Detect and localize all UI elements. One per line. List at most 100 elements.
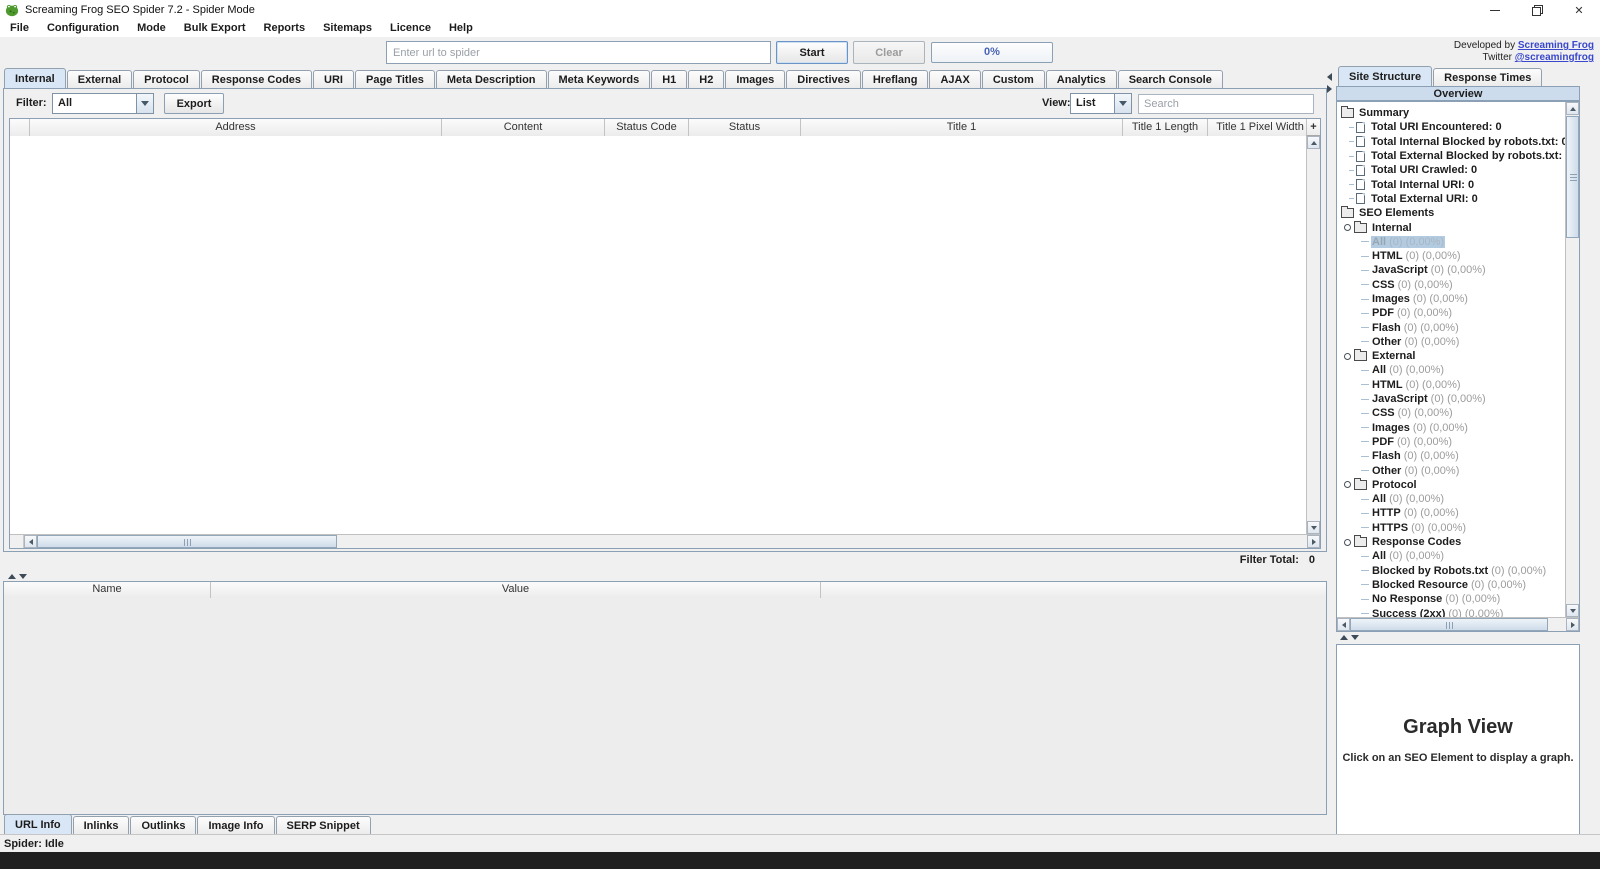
splitter-collapse-down-icon[interactable] xyxy=(19,574,27,579)
scrollbar-track[interactable] xyxy=(1548,618,1566,631)
scrollbar-track[interactable] xyxy=(337,535,1307,548)
tab-outlinks[interactable]: Outlinks xyxy=(130,816,196,834)
grid-horizontal-scrollbar[interactable] xyxy=(10,534,1320,548)
tab-meta-description[interactable]: Meta Description xyxy=(436,70,547,88)
tab-serp-snippet[interactable]: SERP Snippet xyxy=(276,816,371,834)
tree-item-other[interactable]: Other(0) (0,00%) xyxy=(1339,335,1565,349)
menu-help[interactable]: Help xyxy=(440,20,482,37)
tab-page-titles[interactable]: Page Titles xyxy=(355,70,435,88)
tree-item-all[interactable]: All(0) (0,00%) xyxy=(1339,492,1565,506)
expand-handle-icon[interactable] xyxy=(1344,481,1351,488)
tab-url-info[interactable]: URL Info xyxy=(4,814,72,834)
tree-item-html[interactable]: HTML(0) (0,00%) xyxy=(1339,378,1565,392)
start-button[interactable]: Start xyxy=(776,41,848,64)
tree-item-flash[interactable]: Flash(0) (0,00%) xyxy=(1339,449,1565,463)
tree-item-html[interactable]: HTML(0) (0,00%) xyxy=(1339,249,1565,263)
tab-h2[interactable]: H2 xyxy=(688,70,724,88)
tab-internal[interactable]: Internal xyxy=(4,68,66,88)
tab-external[interactable]: External xyxy=(67,70,132,88)
tree-item-blocked-by-robots-txt[interactable]: Blocked by Robots.txt(0) (0,00%) xyxy=(1339,564,1565,578)
tree-item-response-codes[interactable]: Response Codes xyxy=(1339,535,1565,549)
tab-response-codes[interactable]: Response Codes xyxy=(201,70,312,88)
menu-mode[interactable]: Mode xyxy=(128,20,175,37)
splitter-collapse-down-icon[interactable] xyxy=(1351,635,1359,640)
tree-item-external[interactable]: External xyxy=(1339,349,1565,363)
column-header-name[interactable]: Name xyxy=(4,582,211,598)
scrollbar-thumb[interactable] xyxy=(1566,116,1579,238)
tree-item-css[interactable]: CSS(0) (0,00%) xyxy=(1339,406,1565,420)
scroll-down-icon[interactable] xyxy=(1566,604,1579,617)
tree-horizontal-scrollbar[interactable] xyxy=(1337,617,1579,631)
tree-item-css[interactable]: CSS(0) (0,00%) xyxy=(1339,278,1565,292)
tab-directives[interactable]: Directives xyxy=(786,70,861,88)
tree-item-flash[interactable]: Flash(0) (0,00%) xyxy=(1339,320,1565,334)
sidebar-tab-site-structure[interactable]: Site Structure xyxy=(1338,66,1432,86)
export-button[interactable]: Export xyxy=(164,93,224,114)
tree-item-blocked-resource[interactable]: Blocked Resource(0) (0,00%) xyxy=(1339,578,1565,592)
column-header-status[interactable]: Status xyxy=(689,119,801,136)
tab-inlinks[interactable]: Inlinks xyxy=(73,816,130,834)
scroll-left-icon[interactable] xyxy=(1337,618,1350,631)
scroll-up-icon[interactable] xyxy=(1307,136,1320,149)
twitter-link[interactable]: @screamingfrog xyxy=(1515,52,1594,63)
clear-button[interactable]: Clear xyxy=(853,41,925,64)
column-header-title-1-length[interactable]: Title 1 Length xyxy=(1123,119,1208,136)
grid-body[interactable] xyxy=(10,136,1306,534)
tree-item-total-uri-encountered-0[interactable]: Total URI Encountered: 0 xyxy=(1339,120,1565,134)
tree-item-all[interactable]: All(0) (0,00%) xyxy=(1339,363,1565,377)
scroll-right-icon[interactable] xyxy=(1566,618,1579,631)
tree-item-total-internal-uri-0[interactable]: Total Internal URI: 0 xyxy=(1339,177,1565,191)
splitter-collapse-right-icon[interactable] xyxy=(1327,85,1332,93)
tree-item-internal[interactable]: Internal xyxy=(1339,220,1565,234)
scrollbar-thumb[interactable] xyxy=(37,535,337,548)
column-header-title-1[interactable]: Title 1 xyxy=(801,119,1123,136)
tab-image-info[interactable]: Image Info xyxy=(197,816,274,834)
scroll-right-icon[interactable] xyxy=(1307,535,1320,548)
menu-reports[interactable]: Reports xyxy=(255,20,315,37)
tree-item-pdf[interactable]: PDF(0) (0,00%) xyxy=(1339,306,1565,320)
tab-h1[interactable]: H1 xyxy=(651,70,687,88)
tree-item-http[interactable]: HTTP(0) (0,00%) xyxy=(1339,506,1565,520)
splitter-collapse-up-icon[interactable] xyxy=(1340,635,1348,640)
expand-handle-icon[interactable] xyxy=(1344,353,1351,360)
tree-item-pdf[interactable]: PDF(0) (0,00%) xyxy=(1339,435,1565,449)
column-header-status-code[interactable]: Status Code xyxy=(605,119,689,136)
splitter-collapse-left-icon[interactable] xyxy=(1327,73,1332,81)
tree-item-javascript[interactable]: JavaScript(0) (0,00%) xyxy=(1339,263,1565,277)
column-header-spacer[interactable] xyxy=(10,119,30,136)
tree-item-other[interactable]: Other(0) (0,00%) xyxy=(1339,463,1565,477)
splitter-collapse-up-icon[interactable] xyxy=(8,574,16,579)
expand-handle-icon[interactable] xyxy=(1344,224,1351,231)
tree-item-no-response[interactable]: No Response(0) (0,00%) xyxy=(1339,592,1565,606)
tree-item-all[interactable]: All(0) (0,00%) xyxy=(1339,549,1565,563)
tree-item-total-external-blocked-by-robots-txt-0[interactable]: Total External Blocked by robots.txt: 0 xyxy=(1339,149,1565,163)
tab-images[interactable]: Images xyxy=(725,70,785,88)
view-dropdown[interactable]: List xyxy=(1070,93,1132,114)
main-splitter[interactable] xyxy=(3,573,1327,581)
add-column-button[interactable]: + xyxy=(1306,119,1320,136)
tab-custom[interactable]: Custom xyxy=(982,70,1045,88)
tree-vertical-scrollbar[interactable] xyxy=(1565,102,1579,617)
minimize-button[interactable] xyxy=(1474,0,1516,20)
tab-hreflang[interactable]: Hreflang xyxy=(862,70,929,88)
filter-dropdown[interactable]: All xyxy=(52,93,154,114)
menu-licence[interactable]: Licence xyxy=(381,20,440,37)
tab-uri[interactable]: URI xyxy=(313,70,354,88)
column-header-value[interactable]: Value xyxy=(211,582,821,598)
menu-file[interactable]: File xyxy=(1,20,38,37)
tree-item-images[interactable]: Images(0) (0,00%) xyxy=(1339,292,1565,306)
tree-item-seo-elements[interactable]: SEO Elements xyxy=(1339,206,1565,220)
tree-item-javascript[interactable]: JavaScript(0) (0,00%) xyxy=(1339,392,1565,406)
tree-item-https[interactable]: HTTPS(0) (0,00%) xyxy=(1339,521,1565,535)
expand-handle-icon[interactable] xyxy=(1344,539,1351,546)
tree-item-success-2xx[interactable]: Success (2xx)(0) (0,00%) xyxy=(1339,606,1565,617)
tree-item-images[interactable]: Images(0) (0,00%) xyxy=(1339,421,1565,435)
scroll-down-icon[interactable] xyxy=(1307,521,1320,534)
tree-item-total-uri-crawled-0[interactable]: Total URI Crawled: 0 xyxy=(1339,163,1565,177)
tab-ajax[interactable]: AJAX xyxy=(929,70,980,88)
grid-vertical-scrollbar[interactable] xyxy=(1306,136,1320,534)
screaming-frog-link[interactable]: Screaming Frog xyxy=(1518,40,1594,51)
tree-item-all[interactable]: All(0) (0,00%) xyxy=(1339,235,1565,249)
tab-protocol[interactable]: Protocol xyxy=(133,70,200,88)
tree-item-summary[interactable]: Summary xyxy=(1339,106,1565,120)
